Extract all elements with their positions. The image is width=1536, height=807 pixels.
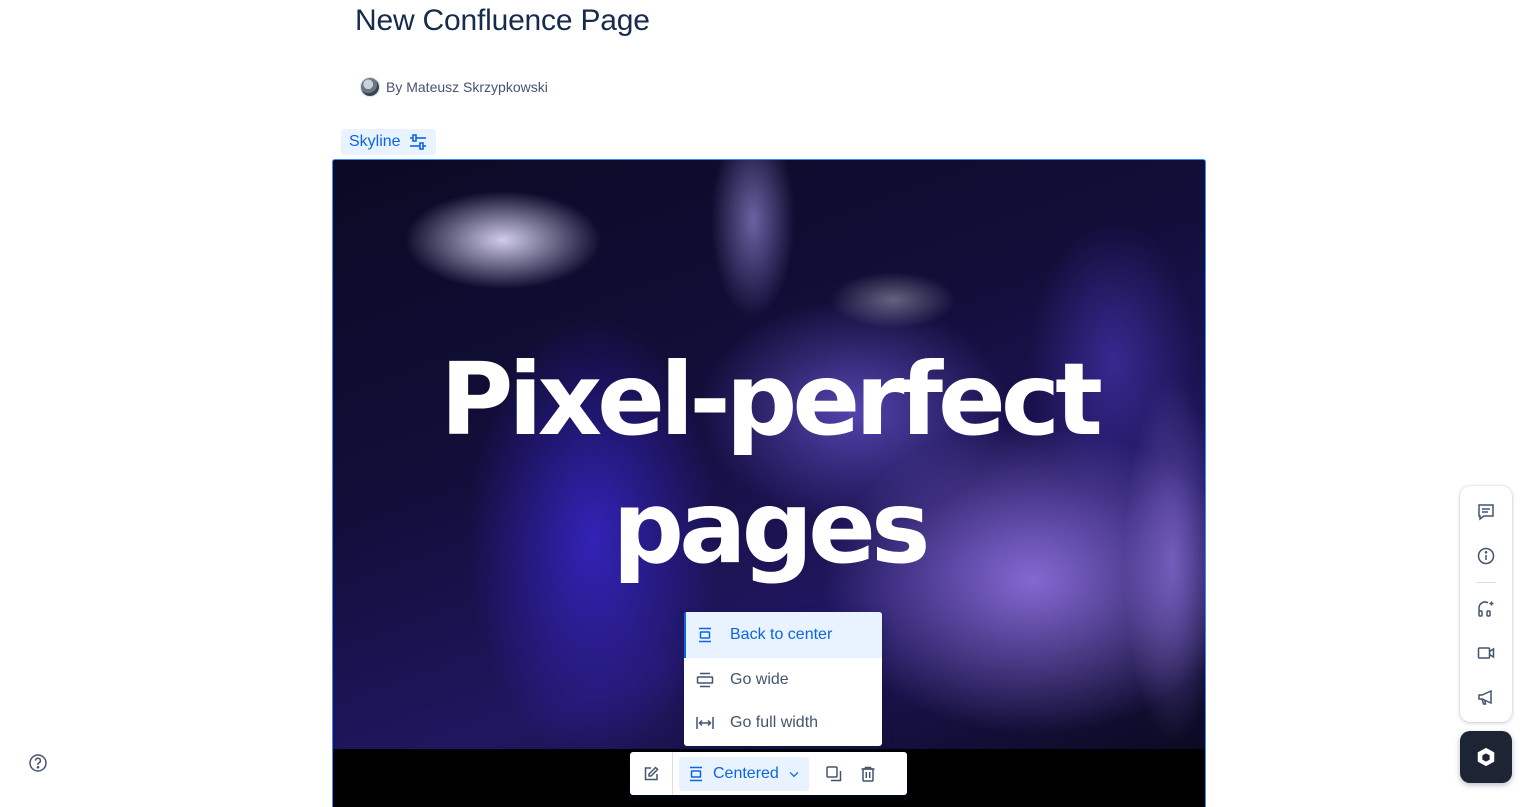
confluence-editor: New Confluence Page By Mateusz Skrzypkow…	[0, 0, 1536, 807]
chevron-down-icon	[789, 771, 799, 777]
trash-icon	[861, 766, 875, 782]
center-layout-icon	[699, 627, 711, 643]
copy-icon	[826, 765, 842, 781]
megaphone-icon	[1478, 689, 1492, 705]
wide-layout-icon	[696, 672, 714, 687]
hero-headline-line2: pages	[612, 469, 931, 586]
byline: By Mateusz Skrzypkowski	[360, 77, 548, 97]
layout-dropdown-label: Centered	[713, 764, 779, 782]
menu-item-back-to-center[interactable]: Back to center	[684, 612, 882, 658]
details-button[interactable]	[1468, 538, 1504, 574]
layout-width-menu: Back to center Go wide Go full width	[684, 612, 882, 746]
page-title[interactable]: New Confluence Page	[355, 4, 650, 38]
ai-icon	[1478, 601, 1494, 617]
app-launcher-button[interactable]	[1460, 731, 1512, 783]
center-layout-icon	[690, 766, 702, 781]
pencil-icon	[644, 765, 659, 780]
macro-tag-label: Skyline	[349, 133, 401, 150]
hero-headline-line1: Pixel-perfect	[440, 341, 1103, 458]
comments-button[interactable]	[1468, 494, 1504, 530]
rail-divider	[1476, 582, 1496, 583]
video-button[interactable]	[1468, 635, 1504, 671]
byline-text: By Mateusz Skrzypkowski	[386, 79, 548, 95]
ai-assistant-button[interactable]	[1468, 591, 1504, 627]
video-icon	[1477, 647, 1495, 659]
right-sidebar-rail	[1460, 486, 1512, 722]
help-icon	[29, 754, 47, 772]
menu-item-label: Go wide	[730, 670, 789, 688]
sliders-icon	[409, 134, 426, 150]
copy-button[interactable]	[817, 757, 851, 791]
delete-button[interactable]	[851, 757, 885, 791]
info-icon	[1477, 547, 1495, 565]
announcements-button[interactable]	[1468, 679, 1504, 715]
help-button[interactable]	[28, 753, 48, 773]
full-width-icon	[696, 716, 714, 729]
avatar[interactable]	[360, 77, 380, 97]
image-floating-toolbar: Centered	[630, 752, 907, 795]
layout-dropdown-button[interactable]: Centered	[679, 756, 809, 791]
app-logo-icon	[1477, 747, 1495, 767]
comment-icon	[1478, 504, 1494, 521]
macro-tag-skyline[interactable]: Skyline	[341, 129, 436, 155]
menu-item-label: Go full width	[730, 713, 819, 731]
menu-item-label: Back to center	[730, 626, 833, 643]
menu-item-go-wide[interactable]: Go wide	[684, 658, 882, 701]
menu-item-go-full-width[interactable]: Go full width	[684, 701, 882, 744]
toolbar-divider	[672, 752, 673, 795]
edit-button[interactable]	[634, 757, 668, 791]
